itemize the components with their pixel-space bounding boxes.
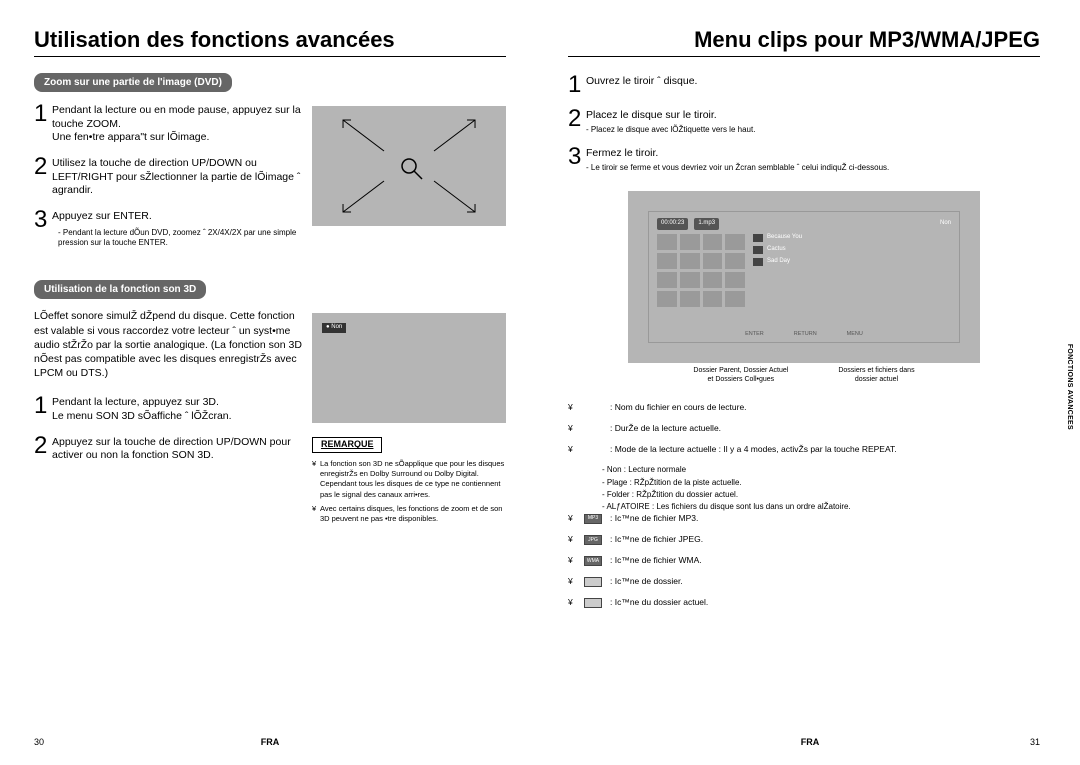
legend: ¥: Nom du fichier en cours de lecture. ¥… (568, 402, 1040, 608)
step-text: Pendant la lecture ou en mode pause, app… (52, 104, 302, 131)
ui-screenshot: 00:00:23 1.mp3 Non Because You Cactus Sa… (628, 191, 980, 363)
mp3-icon: MP3 (584, 514, 602, 524)
legend-item: : Ic™ne de fichier WMA. (610, 555, 1040, 566)
step-text: Ouvrez le tiroir ˆ disque. (586, 75, 1040, 89)
legend-item: : Ic™ne de dossier. (610, 576, 1040, 587)
legend-item: : Nom du fichier en cours de lecture. (610, 402, 1040, 413)
step-2: 2 Placez le disque sur le tiroir. - Plac… (568, 107, 1040, 135)
step-number: 3 (568, 145, 586, 173)
pill-zoom: Zoom sur une partie de l'image (DVD) (34, 73, 232, 92)
ui-btn-menu: MENU (847, 331, 863, 338)
non-badge: ● Non (322, 323, 346, 333)
step-number: 2 (568, 107, 586, 135)
step-text: Pendant la lecture, appuyez sur 3D. (52, 396, 302, 410)
step-text: Appuyez sur ENTER. (52, 210, 302, 224)
step-number: 1 (568, 73, 586, 97)
ui-folder-grid (657, 234, 745, 320)
step-3: 3 Fermez le tiroir. - Le tiroir se ferme… (568, 145, 1040, 173)
legend-item: : Ic™ne de fichier MP3. (610, 513, 1040, 524)
page-title-right: Menu clips pour MP3/WMA/JPEG (568, 28, 1040, 57)
3d-illustration: ● Non (312, 313, 506, 423)
step-text: Placez le disque sur le tiroir. (586, 109, 1040, 123)
legend-sub: - Non : Lecture normale (602, 465, 1040, 475)
legend-sub: - ALƒATOIRE : Les fichiers du disque son… (602, 502, 1040, 512)
step-2: 2 Utilisez la touche de direction UP/DOW… (34, 155, 302, 198)
step-number: 2 (34, 434, 52, 463)
step-number: 1 (34, 394, 52, 423)
step-text-sub: Une fen•tre appara"t sur lÕimage. (52, 131, 302, 145)
legend-sub: - Folder : RŽpŽtition du dossier actuel. (602, 490, 1040, 500)
current-folder-icon (584, 598, 602, 608)
page-right: Menu clips pour MP3/WMA/JPEG 1 Ouvrez le… (540, 0, 1080, 765)
footer-fra: FRA (540, 737, 1080, 749)
step-1: 1 Ouvrez le tiroir ˆ disque. (568, 73, 1040, 97)
manual-spread: Utilisation des fonctions avancées Zoom … (0, 0, 1080, 765)
ui-btn-enter: ENTER (745, 331, 764, 338)
legend-item: : Mode de la lecture actuelle : Il y a 4… (610, 444, 1040, 455)
intro-3d: LÕeffet sonore simulŽ dŽpend du disque. … (34, 309, 302, 380)
footer-fra: FRA (0, 737, 540, 749)
step-number: 3 (34, 208, 52, 248)
step-text-sub: Le menu SON 3D sÕaffiche ˆ lÕŽcran. (52, 410, 302, 424)
jpeg-icon: JPG (584, 535, 602, 545)
page-title-left: Utilisation des fonctions avancées (34, 28, 506, 57)
step-sub: - Placez le disque avec lÕŽtiquette vers… (586, 125, 1040, 135)
ui-btn-return: RETURN (794, 331, 817, 338)
ui-captions: Dossier Parent, Dossier Actuelet Dossier… (628, 367, 980, 384)
step-1: 1 Pendant la lecture, appuyez sur 3D. Le… (34, 394, 302, 423)
step-note: - Pendant la lecture dÕun DVD, zoomez ˆ … (52, 228, 302, 249)
remarque-label: REMARQUE (312, 437, 383, 453)
legend-item: : Ic™ne du dossier actuel. (610, 597, 1040, 608)
step-2: 2 Appuyez sur la touche de direction UP/… (34, 434, 302, 463)
step-number: 1 (34, 102, 52, 145)
remarque-item: Avec certains disques, les fonctions de … (320, 504, 506, 524)
remarque-body: ¥La fonction son 3D ne sÕapplique que po… (312, 459, 506, 524)
step-3: 3 Appuyez sur ENTER. - Pendant la lectur… (34, 208, 302, 248)
step-number: 2 (34, 155, 52, 198)
page-left: Utilisation des fonctions avancées Zoom … (0, 0, 540, 765)
legend-sub: - Plage : RŽpŽtition de la piste actuell… (602, 478, 1040, 488)
step-1: 1 Pendant la lecture ou en mode pause, a… (34, 102, 302, 145)
step-text: Appuyez sur la touche de direction UP/DO… (52, 436, 302, 463)
legend-item: : Ic™ne de fichier JPEG. (610, 534, 1040, 545)
side-tab: FONCTIONS AVANCEES (1065, 344, 1074, 430)
step-text: Utilisez la touche de direction UP/DOWN … (52, 157, 302, 198)
zoom-illustration (312, 106, 506, 226)
ui-time: 00:00:23 (657, 218, 688, 230)
ui-mode: Non (940, 220, 951, 228)
legend-item: : DurŽe de la lecture actuelle. (610, 423, 1040, 434)
step-text: Fermez le tiroir. (586, 147, 1040, 161)
ui-file-list: Because You Cactus Sad Day (753, 234, 951, 320)
ui-file: 1.mp3 (694, 218, 719, 230)
remarque-item: La fonction son 3D ne sÕapplique que pou… (320, 459, 506, 500)
pill-3d: Utilisation de la fonction son 3D (34, 280, 206, 299)
section-zoom: Zoom sur une partie de l'image (DVD) 1 P… (34, 73, 506, 258)
wma-icon: WMA (584, 556, 602, 566)
folder-icon (584, 577, 602, 587)
step-sub: - Le tiroir se ferme et vous devriez voi… (586, 163, 1040, 173)
section-3d: Utilisation de la fonction son 3D LÕeffe… (34, 280, 506, 527)
